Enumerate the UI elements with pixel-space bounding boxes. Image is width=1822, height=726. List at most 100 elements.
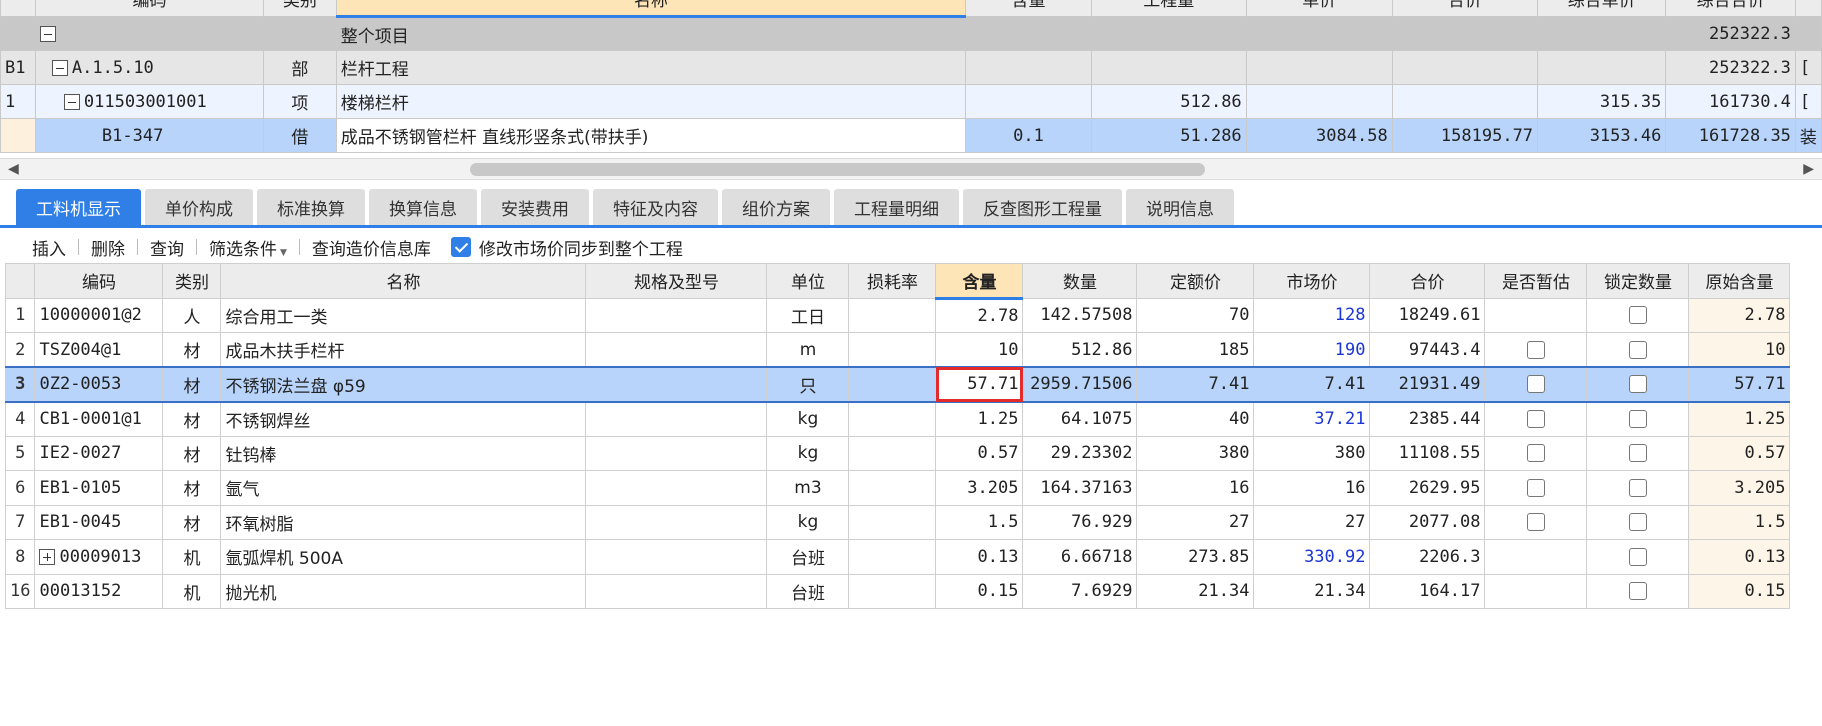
material-unit[interactable]: 台班	[766, 573, 850, 609]
material-name[interactable]: 抛光机	[220, 573, 587, 609]
table-row[interactable]: 16 00013152 机抛光机 台班 0.15 7.6929 21.34 21.34 164.…	[4, 573, 1791, 609]
material-code[interactable]: EB1-0105	[34, 470, 164, 506]
material-spec[interactable]	[585, 435, 768, 471]
material-name[interactable]: 环氧树脂	[220, 504, 587, 540]
lock-qty-checkbox[interactable]	[1628, 478, 1647, 497]
insert-button[interactable]: 插入	[20, 235, 78, 260]
col-header-quota-price[interactable]: 定额价	[1136, 263, 1255, 299]
filter-dropdown[interactable]: 筛选条件 ▼	[197, 235, 299, 260]
material-content[interactable]: 1.25	[935, 401, 1024, 437]
material-loss-rate[interactable]	[848, 366, 937, 403]
material-unit[interactable]: 工日	[766, 297, 850, 333]
material-code[interactable]: 00009013	[34, 539, 164, 575]
material-name[interactable]: 综合用工一类	[220, 297, 587, 333]
lock-qty-checkbox[interactable]	[1628, 547, 1647, 566]
material-name[interactable]: 氩气	[220, 470, 587, 506]
col-header-is-estimate[interactable]: 是否暂估	[1484, 263, 1588, 299]
material-unit[interactable]: 只	[766, 366, 850, 403]
material-loss-rate[interactable]	[848, 332, 937, 368]
tab-quantity-detail[interactable]: 工程量明细	[834, 189, 959, 225]
lock-qty-checkbox[interactable]	[1628, 375, 1647, 394]
material-loss-rate[interactable]	[848, 435, 937, 471]
material-spec[interactable]	[585, 332, 768, 368]
material-code[interactable]: 0Z2-0053	[34, 366, 164, 403]
material-market-price[interactable]: 330.92	[1253, 539, 1371, 575]
material-loss-rate[interactable]	[848, 539, 937, 575]
tab-conversion-info[interactable]: 换算信息	[369, 189, 477, 225]
col-header-content[interactable]: 含量	[965, 0, 1092, 17]
estimate-checkbox[interactable]	[1526, 410, 1545, 428]
col-header-code[interactable]: 编码	[34, 0, 265, 17]
material-content[interactable]: 3.205	[935, 470, 1024, 506]
table-row[interactable]: 7 EB1-0045 材环氧树脂 kg 1.5 76.929 27 27 2077.08 1.5	[4, 504, 1791, 540]
material-loss-rate[interactable]	[848, 573, 937, 609]
material-spec[interactable]	[585, 401, 768, 437]
col-header-name[interactable]: 名称	[335, 0, 967, 18]
sub-item-row[interactable]: B1-347 借 成品不锈钢管栏杆 直线形竖条式(带扶手) 0.1 51.286…	[0, 118, 1822, 153]
material-content[interactable]: 0.57	[935, 435, 1024, 471]
col-header-comp-price[interactable]: 综合单价	[1537, 0, 1667, 17]
material-market-price[interactable]: 128	[1253, 297, 1371, 333]
table-row[interactable]: 1 10000001@2 人综合用工一类 工日 2.78 142.57508 70 128 18…	[4, 297, 1791, 333]
tab-features[interactable]: 特征及内容	[593, 189, 718, 225]
table-row[interactable]: 4 CB1-0001@1 材不锈钢焊丝 kg 1.25 64.1075 40 37.21 238…	[4, 401, 1791, 437]
row-name[interactable]: 整个项目	[335, 16, 967, 51]
col-header-spec[interactable]: 规格及型号	[585, 263, 768, 299]
lock-qty-checkbox[interactable]	[1628, 340, 1647, 359]
material-unit[interactable]: kg	[766, 401, 850, 437]
material-spec[interactable]	[585, 297, 768, 333]
material-name[interactable]: 钍钨棒	[220, 435, 587, 471]
lock-qty-checkbox[interactable]	[1628, 410, 1647, 428]
scrollbar-thumb[interactable]	[470, 163, 1205, 176]
table-row[interactable]: 5 IE2-0027 材钍钨棒 kg 0.57 29.23302 380 380 11108.5…	[4, 435, 1791, 471]
col-header-amount[interactable]: 数量	[1022, 263, 1138, 299]
col-header-work-qty[interactable]: 工程量	[1090, 0, 1247, 17]
col-header-unit-price[interactable]: 单价	[1245, 0, 1393, 17]
project-row[interactable]: 整个项目 252322.3	[0, 16, 1822, 51]
expand-icon[interactable]	[39, 548, 56, 565]
material-unit[interactable]: m3	[766, 470, 850, 506]
table-row[interactable]: 2 TSZ004@1 材成品木扶手栏杆 m 10 512.86 185 190 97443.4 1…	[4, 332, 1791, 368]
col-header-orig-content[interactable]: 原始含量	[1688, 263, 1791, 299]
material-unit[interactable]: 台班	[766, 539, 850, 575]
material-market-price[interactable]: 16	[1253, 470, 1371, 506]
material-name[interactable]: 氩弧焊机 500A	[220, 539, 587, 575]
material-content[interactable]: 1.5	[935, 504, 1024, 540]
table-row[interactable]: 6 EB1-0105 材氩气 m3 3.205 164.37163 16 16 2629.95 3…	[4, 470, 1791, 506]
material-market-price[interactable]: 21.34	[1253, 573, 1371, 609]
lock-qty-checkbox[interactable]	[1628, 444, 1647, 463]
material-loss-rate[interactable]	[848, 504, 937, 540]
col-header-loss-rate[interactable]: 损耗率	[848, 263, 937, 299]
material-spec[interactable]	[585, 470, 768, 506]
material-unit[interactable]: kg	[766, 504, 850, 540]
tab-standard-conversion[interactable]: 标准换算	[257, 189, 365, 225]
lock-qty-checkbox[interactable]	[1628, 582, 1647, 601]
part-row[interactable]: B1 A.1.5.10 部 栏杆工程 252322.3 [	[0, 50, 1822, 85]
col-header-type[interactable]: 类别	[162, 263, 222, 299]
lock-qty-checkbox[interactable]	[1628, 306, 1647, 325]
item-row[interactable]: 1 011503001001 项 楼梯栏杆 512.86 315.35 1617…	[0, 84, 1822, 119]
col-header-code[interactable]: 编码	[34, 263, 164, 299]
query-price-db-button[interactable]: 查询造价信息库	[300, 235, 443, 260]
material-market-price[interactable]: 27	[1253, 504, 1371, 540]
material-code[interactable]: 00013152	[34, 573, 164, 609]
table-row[interactable]: 3 0Z2-0053 材不锈钢法兰盘 φ59 只 57.71 2959.71506 7.41…	[4, 366, 1791, 403]
material-code[interactable]: EB1-0045	[34, 504, 164, 540]
material-content[interactable]: 0.13	[935, 539, 1024, 575]
material-code[interactable]: CB1-0001@1	[34, 401, 164, 437]
material-name[interactable]: 不锈钢法兰盘 φ59	[220, 366, 587, 403]
material-unit[interactable]: m	[766, 332, 850, 368]
tab-unit-price-composition[interactable]: 单价构成	[145, 189, 253, 225]
collapse-icon[interactable]	[63, 93, 80, 110]
collapse-icon[interactable]	[51, 59, 68, 76]
query-button[interactable]: 查询	[138, 235, 196, 260]
material-market-price[interactable]: 7.41	[1253, 366, 1371, 403]
material-name[interactable]: 不锈钢焊丝	[220, 401, 587, 437]
material-content-editor[interactable]: 57.71	[935, 366, 1024, 403]
table-row[interactable]: 8 00009013 机氩弧焊机 500A 台班 0.13 6.66718 273.85 33…	[4, 539, 1791, 575]
lock-qty-checkbox[interactable]	[1628, 513, 1647, 532]
material-loss-rate[interactable]	[848, 297, 937, 333]
scroll-right-icon[interactable]: ▶	[1803, 161, 1814, 177]
col-header-name[interactable]: 名称	[220, 263, 587, 299]
estimate-checkbox[interactable]	[1526, 340, 1545, 359]
